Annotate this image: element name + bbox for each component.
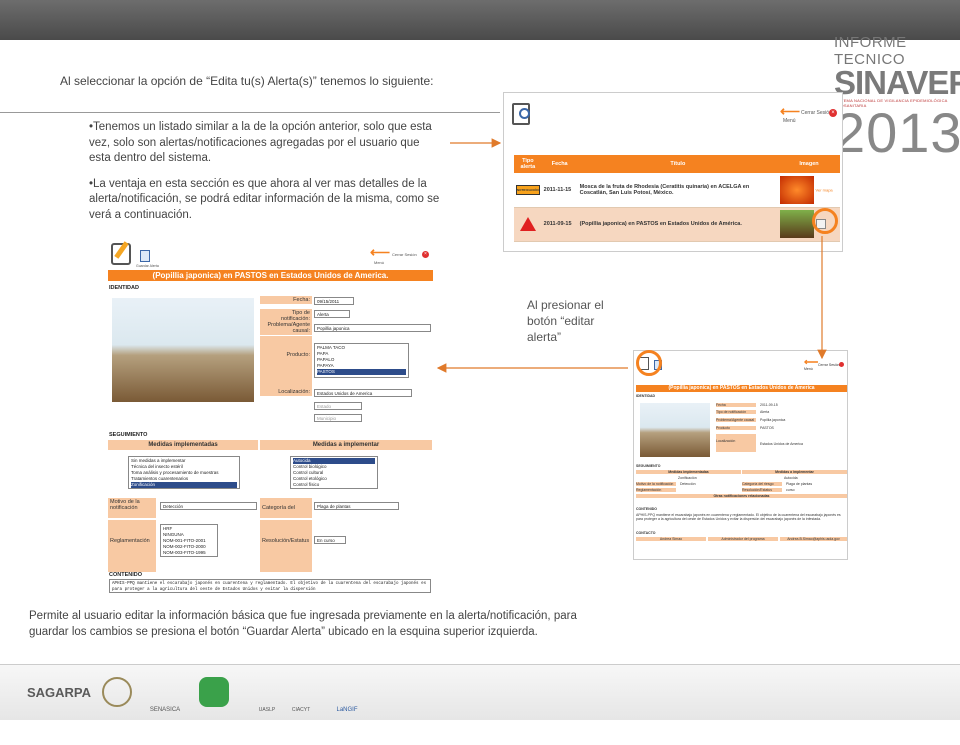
- green-app-logo: [196, 675, 232, 715]
- ciacyt-logo: CIACYT: [291, 707, 311, 713]
- senasica-logo: SENASICA: [149, 707, 181, 713]
- seal-icon: [102, 677, 132, 707]
- bottom-description: Permite al usuario editar la información…: [29, 610, 577, 638]
- langif-logo: LaNGIF: [336, 707, 358, 713]
- app-icon: [199, 677, 229, 707]
- sagarpa-logo: SAGARPA: [26, 685, 92, 700]
- mexico-seal-logo: [100, 675, 134, 715]
- footer-logos: SAGARPA SENASICA UASLP CIACYT LaNGIF: [0, 664, 960, 720]
